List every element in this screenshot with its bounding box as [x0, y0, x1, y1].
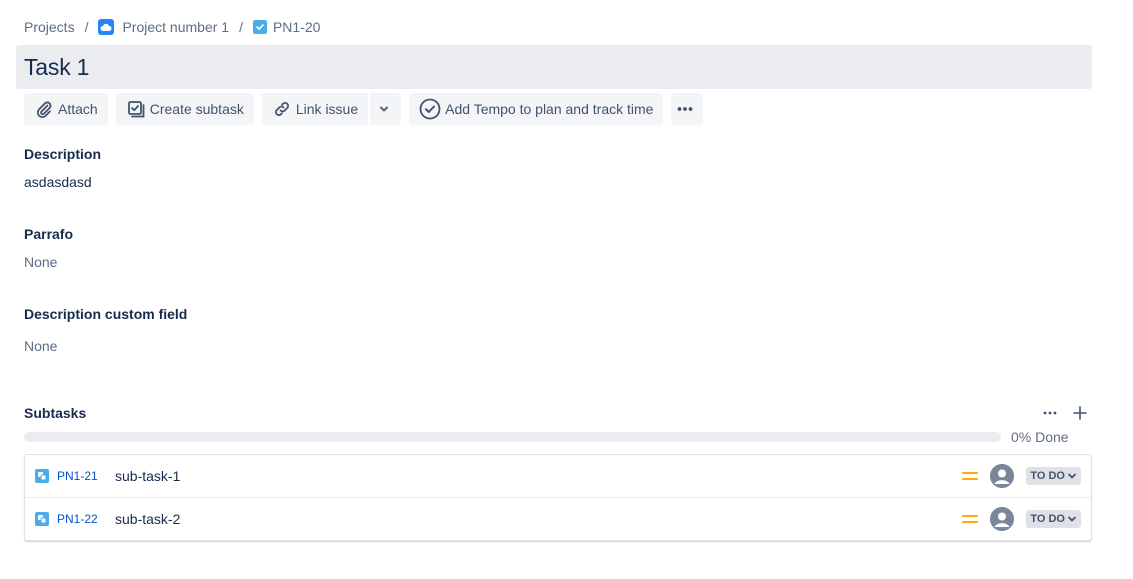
subtask-meta: TO DO [962, 464, 1081, 488]
parrafo-label: Parrafo [24, 226, 74, 242]
link-issue-group: Link issue [261, 93, 402, 125]
subtask-summary[interactable]: sub-task-1 [115, 468, 180, 484]
more-horizontal-icon [678, 107, 693, 111]
status-dropdown[interactable]: TO DO [1026, 509, 1081, 528]
more-actions-button[interactable] [671, 93, 704, 125]
task-type-icon [252, 20, 267, 34]
subtasks-title: Subtasks [24, 405, 87, 421]
link-issue-dropdown-button[interactable] [370, 93, 402, 125]
subtask-key-link[interactable]: PN1-21 [57, 469, 113, 483]
check-circle-icon [419, 98, 441, 120]
description-custom-field: Description custom field None [24, 306, 187, 354]
subtask-row[interactable]: PN1-22 sub-task-2 TO DO [25, 497, 1091, 539]
subtask-icon [127, 101, 145, 118]
breadcrumb: Projects / Project number 1 / PN1-20 [24, 17, 320, 37]
attach-button[interactable]: Attach [24, 93, 108, 125]
unassigned-avatar-icon[interactable] [990, 464, 1015, 488]
subtasks-header: Subtasks [24, 405, 1092, 421]
subtask-actions [1042, 405, 1092, 421]
subtask-row[interactable]: PN1-21 sub-task-1 TO DO [25, 455, 1091, 497]
create-subtask-label: Create subtask [149, 101, 244, 117]
parrafo-field: Parrafo None [24, 226, 73, 270]
subtask-more-icon[interactable] [1042, 405, 1058, 421]
link-issue-button[interactable]: Link issue [261, 93, 369, 125]
create-subtask-button[interactable]: Create subtask [115, 93, 254, 125]
subtask-summary[interactable]: sub-task-2 [115, 511, 180, 527]
subtask-key-link[interactable]: PN1-22 [57, 512, 113, 526]
breadcrumb-issue-link[interactable]: PN1-20 [252, 19, 321, 35]
tempo-button[interactable]: Add Tempo to plan and track time [409, 93, 664, 125]
subtask-type-icon [35, 511, 49, 526]
status-label: TO DO [1030, 512, 1065, 525]
description-label: Description [24, 146, 102, 162]
link-issue-label: Link issue [295, 101, 359, 117]
add-subtask-icon[interactable] [1072, 405, 1088, 421]
description-field: Description asdasdasd [24, 146, 101, 190]
chevron-down-icon [1068, 516, 1076, 521]
status-dropdown[interactable]: TO DO [1026, 467, 1081, 485]
priority-medium-icon [962, 512, 979, 526]
paperclip-icon [36, 101, 52, 119]
breadcrumb-separator: / [239, 19, 243, 35]
unassigned-avatar-icon[interactable] [990, 506, 1015, 531]
breadcrumb-project-label: Project number 1 [122, 19, 230, 35]
status-label: TO DO [1030, 470, 1065, 482]
description-custom-label: Description custom field [24, 306, 188, 322]
issue-title: Task 1 [24, 53, 90, 80]
subtask-type-icon [35, 469, 49, 483]
chevron-down-icon [379, 106, 388, 112]
priority-medium-icon [962, 469, 979, 483]
subtask-progress: 0% Done [24, 429, 1092, 445]
issue-title-field[interactable]: Task 1 [16, 45, 1092, 89]
link-icon [274, 102, 289, 116]
issue-toolbar: Attach Create subtask Link issue Add Tem… [24, 93, 704, 125]
breadcrumb-projects-link[interactable]: Projects [24, 19, 75, 35]
attach-label: Attach [58, 101, 98, 117]
subtask-meta: TO DO [962, 506, 1081, 531]
parrafo-value[interactable]: None [24, 254, 73, 270]
project-avatar-icon [98, 19, 115, 35]
tempo-label: Add Tempo to plan and track time [445, 101, 654, 117]
progress-text: 0% Done [1011, 429, 1069, 445]
chevron-down-icon [1068, 473, 1076, 479]
progress-bar [24, 432, 1001, 442]
breadcrumb-project-link[interactable]: Project number 1 [98, 19, 229, 35]
breadcrumb-separator: / [84, 19, 89, 35]
description-custom-value[interactable]: None [24, 338, 187, 354]
description-value[interactable]: asdasdasd [24, 174, 101, 190]
subtask-list: PN1-21 sub-task-1 TO DO PN1-22 sub-task-… [24, 454, 1092, 541]
breadcrumb-issue-key: PN1-20 [272, 19, 321, 35]
